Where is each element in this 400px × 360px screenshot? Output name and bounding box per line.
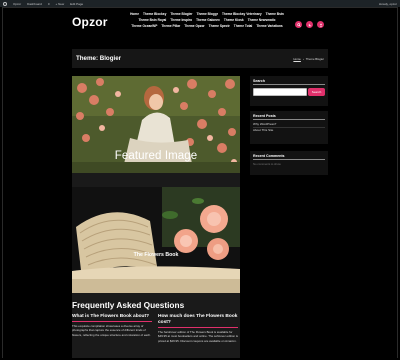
- admin-bar-new[interactable]: + New: [56, 2, 65, 6]
- breadcrumb: Home › Theme Blogier: [293, 57, 324, 61]
- moon-icon: [308, 23, 312, 26]
- breadcrumb-home-link[interactable]: Home: [293, 57, 300, 61]
- site-logo[interactable]: Opzor: [72, 15, 108, 29]
- admin-bar-comments[interactable]: 0: [48, 2, 50, 6]
- recent-comments-widget: Recent Comments No comments to show.: [250, 151, 328, 175]
- faq-question: What is The Flowers Book about?: [72, 314, 150, 319]
- nav-item-theme-galonex[interactable]: Theme Galonex: [196, 18, 220, 22]
- theme-mode-button[interactable]: [306, 21, 313, 28]
- faq-item: How much does The Flowers Book cost? The…: [158, 314, 240, 344]
- nav-item-theme-newsmatic[interactable]: Theme Newsmatic: [248, 18, 276, 22]
- nav-item-theme-bstn-royal[interactable]: Theme Bstn Royal: [138, 18, 166, 22]
- page-title-bar: Theme: Blogier Home › Theme Blogier: [72, 49, 328, 68]
- wordpress-icon: [3, 1, 7, 6]
- faq-answer: The hardcover edition of The Flowers Boo…: [158, 329, 238, 343]
- recent-posts-title: Recent Posts: [253, 114, 276, 118]
- nav-item-theme-blocksy-veterinary[interactable]: Theme Blocksy Veterinary: [222, 12, 262, 16]
- nav-item-theme-kiosk[interactable]: Theme Kiosk: [224, 18, 244, 22]
- search-input[interactable]: [253, 87, 307, 96]
- widget-divider: [253, 159, 325, 160]
- nav-item-theme-opzor[interactable]: Theme Opzor: [184, 24, 204, 28]
- breadcrumb-current: Theme Blogier: [305, 56, 324, 61]
- search-widget: Search Search: [250, 76, 328, 106]
- faq-answer: This exquisite compilation showcases a d…: [72, 323, 151, 337]
- nav-item-theme-bloggr[interactable]: Theme Bloggr: [197, 12, 218, 16]
- wp-logo-menu[interactable]: [3, 1, 7, 6]
- widget-divider: [253, 119, 325, 120]
- admin-bar-site[interactable]: Opzor: [13, 2, 21, 6]
- nav-item-home[interactable]: Home: [130, 12, 139, 16]
- main-content: Featured Image The Flowers Book Frequent…: [72, 76, 240, 358]
- featured-image-label: Featured Image: [114, 150, 198, 162]
- recent-comments-title: Recent Comments: [253, 154, 285, 158]
- admin-bar-edit-page[interactable]: Edit Page: [70, 2, 83, 6]
- nav-item-theme-total[interactable]: Theme Total: [234, 24, 253, 28]
- faq-item: What is The Flowers Book about? This exq…: [72, 314, 154, 338]
- search-form: Search: [253, 87, 325, 96]
- breadcrumb-separator: ›: [302, 56, 304, 61]
- recent-posts-list: Why WordPress? About This Site: [253, 122, 325, 133]
- primary-nav: Home Theme Blocksy Theme Blogier Theme B…: [128, 12, 286, 28]
- nav-item-theme-oceanwp[interactable]: Theme OceanWP: [131, 24, 157, 28]
- admin-bar: Opzor Dashboard 0 + New Edit Page Howdy,…: [0, 0, 400, 7]
- admin-bar-account[interactable]: Howdy, opzor: [379, 2, 397, 6]
- account-button[interactable]: [317, 21, 324, 28]
- search-widget-title: Search: [253, 79, 265, 83]
- page-title: Theme: Blogier: [76, 55, 122, 62]
- nav-item-theme-inspiro[interactable]: Theme Inspiro: [170, 18, 192, 22]
- nav-item-theme-spectr[interactable]: Theme Spectr: [209, 24, 230, 28]
- faq-heading: Frequently Asked Questions: [72, 300, 185, 310]
- nav-item-theme-blogier[interactable]: Theme Blogier: [170, 12, 192, 16]
- search-button[interactable]: Search: [308, 87, 325, 96]
- search-icon: [296, 22, 301, 27]
- search-toggle-button[interactable]: [295, 21, 302, 28]
- nav-item-theme-variations[interactable]: Theme Variations: [256, 24, 282, 28]
- user-icon: [319, 23, 322, 26]
- faq-question: How much does The Flowers Book cost?: [158, 314, 238, 325]
- open-book-with-roses-photo: [72, 187, 240, 293]
- no-comments-text: No comments to show.: [253, 161, 282, 166]
- recent-post-link[interactable]: About This Site: [253, 126, 325, 133]
- faq-underline: [72, 321, 152, 322]
- header-icons: [295, 21, 324, 28]
- book-image[interactable]: [72, 187, 240, 293]
- widget-divider: [253, 84, 325, 85]
- recent-posts-widget: Recent Posts Why WordPress? About This S…: [250, 111, 328, 144]
- faq-underline: [158, 327, 238, 328]
- admin-bar-dashboard[interactable]: Dashboard: [27, 2, 42, 6]
- nav-item-theme-pillar[interactable]: Theme Pillar: [161, 24, 180, 28]
- nav-item-theme-blocksy[interactable]: Theme Blocksy: [143, 12, 166, 16]
- post-title[interactable]: The Flowers Book: [72, 252, 240, 258]
- nav-item-theme-bstn[interactable]: Theme Bstn: [266, 12, 284, 16]
